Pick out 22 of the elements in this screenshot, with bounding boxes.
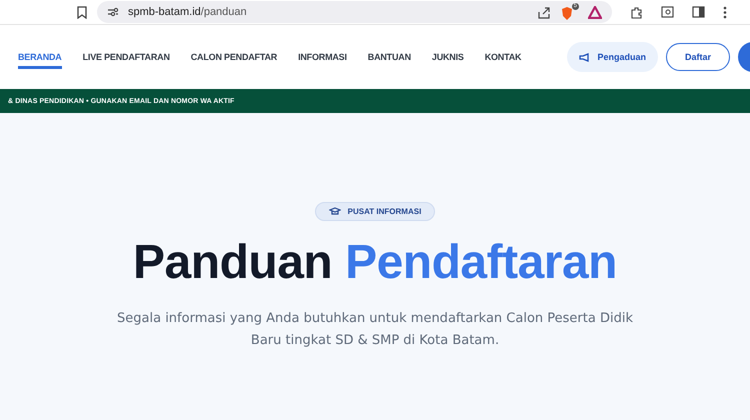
register-button[interactable]: Daftar <box>666 43 730 71</box>
page-title: Panduan Pendaftaran <box>133 235 617 290</box>
nav-link[interactable]: BANTUAN <box>368 48 411 68</box>
triangle-icon[interactable] <box>588 6 602 18</box>
megaphone-icon <box>579 52 590 62</box>
url-text: spmb-batam.id/panduan <box>128 6 247 18</box>
nav-link[interactable]: LIVE PENDAFTARAN <box>82 48 170 68</box>
nav-link[interactable]: KONTAK <box>484 48 522 68</box>
bookmark-icon[interactable] <box>77 6 87 18</box>
nav-link[interactable]: JUKNIS <box>432 48 464 68</box>
sidebar-icon[interactable] <box>692 6 705 18</box>
extensions-icon[interactable] <box>630 6 643 18</box>
share-icon[interactable] <box>537 6 551 18</box>
info-badge: PUSAT INFORMASI <box>314 202 436 221</box>
complaint-button[interactable]: Pengaduan <box>567 42 658 72</box>
window-icon[interactable] <box>661 6 674 18</box>
nav-link[interactable]: INFORMASI <box>298 48 347 68</box>
nav-link[interactable]: CALON PENDAFTAR <box>190 48 278 68</box>
site-settings-icon[interactable] <box>107 7 119 17</box>
page-subtitle: Segala informasi yang Anda butuhkan untuk mendaftarkan Calon Peserta Didik Baru tingkat SD & SMP di Kota Batam. <box>116 310 634 350</box>
menu-icon[interactable] <box>723 6 727 18</box>
nav-link[interactable]: BERANDA <box>18 48 62 68</box>
